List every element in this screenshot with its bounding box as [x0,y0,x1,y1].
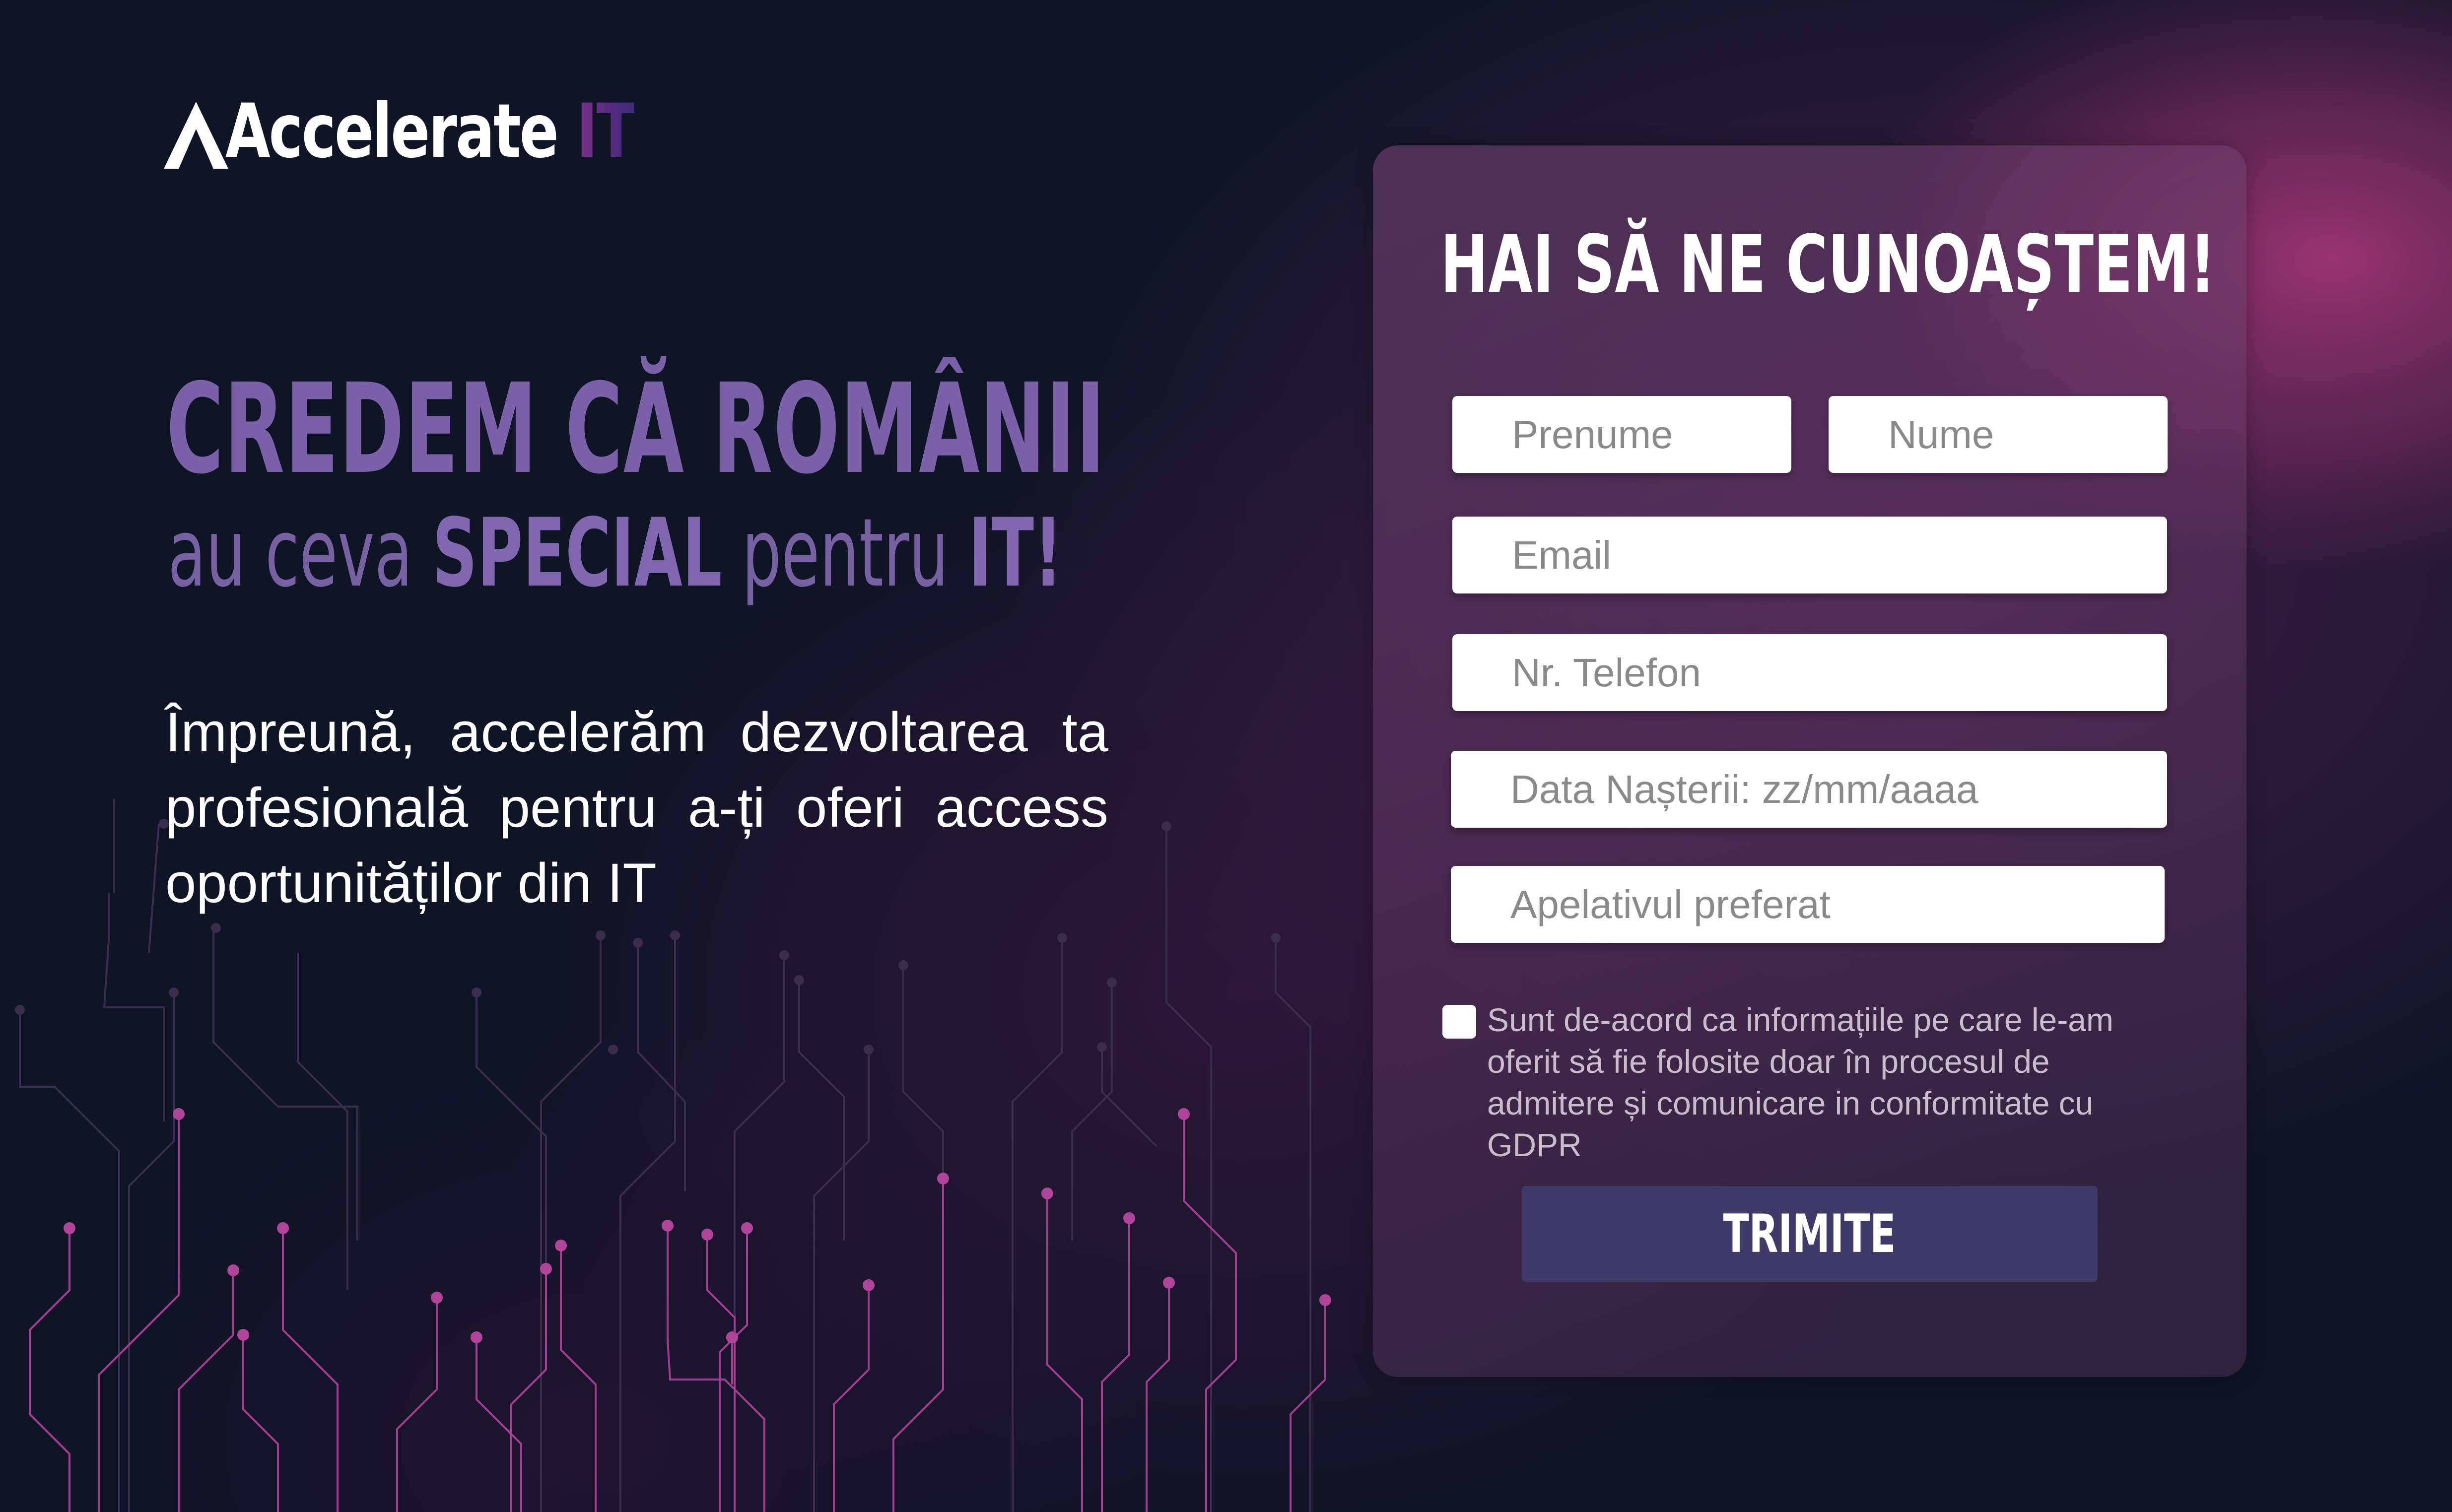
first-name-field[interactable] [1452,396,1791,473]
form-title: HAI SĂ NE CUNOAȘTEM! [1440,218,2216,311]
logo-suffix: IT [576,88,636,175]
triangle-a-icon [164,102,228,169]
subtitle-part-1: au ceva [168,498,433,608]
salutation-field[interactable] [1451,866,2165,943]
subtitle-part-2: pentru [722,498,968,608]
brand-logo[interactable]: Accelerate IT [164,94,651,169]
phone-field[interactable] [1452,634,2167,711]
submit-button[interactable]: TRIMITE [1522,1186,2098,1282]
subtitle-bold-1: SPECIAL [432,498,722,608]
consent-text: Sunt de-acord ca informațiile pe care le… [1487,1001,2113,1163]
submit-label: TRIMITE [1723,1203,1896,1264]
subtitle-bold-2: IT! [968,498,1063,608]
gdpr-consent: Sunt de-acord ca informațiile pe care le… [1442,999,2187,1166]
email-field[interactable] [1452,517,2167,593]
last-name-field[interactable] [1829,396,2168,473]
signup-form-card: HAI SĂ NE CUNOAȘTEM! Sunt de-acord ca in… [1373,145,2247,1377]
logo-text: Accelerate [225,88,559,175]
hero-description: Împreună, accelerăm dezvoltarea ta profe… [165,701,1108,914]
birthdate-field[interactable] [1451,751,2167,828]
hero-title: CREDEM CĂ ROMÂNII [166,357,1106,501]
hero-subtitle: au ceva SPECIAL pentru IT! [168,506,1062,600]
consent-checkbox[interactable] [1442,1005,1476,1039]
